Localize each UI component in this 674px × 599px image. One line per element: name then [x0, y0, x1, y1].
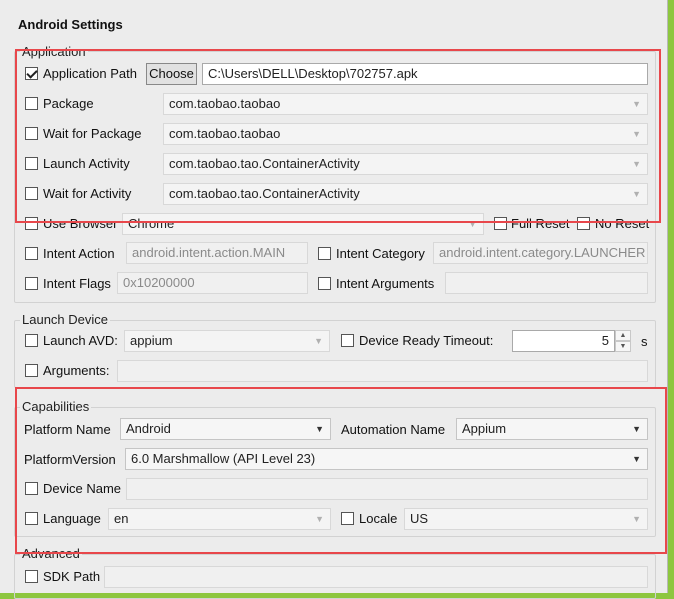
use-browser-select[interactable]: Chrome ▼ [122, 213, 484, 235]
launch-avd-label: Launch AVD: [43, 333, 118, 348]
launch-activity-checkbox[interactable] [25, 157, 38, 170]
intent-action-label: Intent Action [43, 246, 115, 261]
automation-name-select[interactable]: Appium ▼ [456, 418, 648, 440]
chevron-down-icon: ▼ [632, 424, 641, 434]
capabilities-legend: Capabilities [20, 399, 92, 414]
intent-flags-label: Intent Flags [43, 276, 111, 291]
launch-activity-label: Launch Activity [43, 156, 130, 171]
window-title: Android Settings [18, 17, 123, 32]
device-name-input[interactable] [126, 478, 648, 500]
locale-label: Locale [359, 511, 398, 526]
automation-name-label: Automation Name [341, 422, 446, 437]
wait-activity-select[interactable]: com.taobao.tao.ContainerActivity ▼ [163, 183, 648, 205]
intent-flags-input[interactable]: 0x10200000 [117, 272, 308, 294]
intent-category-label: Intent Category [336, 246, 425, 261]
chevron-down-icon: ▼ [314, 336, 323, 346]
no-reset-checkbox[interactable] [577, 217, 590, 230]
device-ready-timeout-checkbox[interactable] [341, 334, 354, 347]
stepper-down-icon[interactable]: ▼ [615, 341, 631, 352]
chevron-down-icon: ▼ [632, 514, 641, 524]
chevron-down-icon: ▼ [315, 514, 324, 524]
wait-activity-checkbox[interactable] [25, 187, 38, 200]
platform-version-select[interactable]: 6.0 Marshmallow (API Level 23) ▼ [125, 448, 648, 470]
arguments-checkbox[interactable] [25, 364, 38, 377]
locale-checkbox[interactable] [341, 512, 354, 525]
chevron-down-icon: ▼ [632, 189, 641, 199]
chevron-down-icon: ▼ [632, 99, 641, 109]
launch-device-legend: Launch Device [20, 312, 110, 327]
arguments-input[interactable] [117, 360, 648, 382]
package-checkbox[interactable] [25, 97, 38, 110]
language-select[interactable]: en ▼ [108, 508, 331, 530]
launch-avd-checkbox[interactable] [25, 334, 38, 347]
wait-activity-value: com.taobao.tao.ContainerActivity [169, 186, 360, 201]
intent-arguments-label: Intent Arguments [336, 276, 435, 291]
chevron-down-icon: ▼ [632, 454, 641, 464]
platform-name-label: Platform Name [24, 422, 111, 437]
launch-activity-select[interactable]: com.taobao.tao.ContainerActivity ▼ [163, 153, 648, 175]
platform-version-label: PlatformVersion [24, 452, 116, 467]
intent-action-input[interactable]: android.intent.action.MAIN [126, 242, 308, 264]
application-legend: Application [20, 44, 88, 59]
chevron-down-icon: ▼ [632, 159, 641, 169]
intent-arguments-checkbox[interactable] [318, 277, 331, 290]
intent-category-checkbox[interactable] [318, 247, 331, 260]
chevron-down-icon: ▼ [468, 219, 477, 229]
use-browser-checkbox[interactable] [25, 217, 38, 230]
platform-version-value: 6.0 Marshmallow (API Level 23) [131, 451, 316, 466]
android-settings-window: Android Settings Application Application… [0, 0, 668, 599]
wait-activity-label: Wait for Activity [43, 186, 132, 201]
choose-button[interactable]: Choose [146, 63, 197, 85]
platform-name-value: Android [126, 421, 171, 436]
chevron-down-icon: ▼ [632, 129, 641, 139]
intent-flags-checkbox[interactable] [25, 277, 38, 290]
stepper-up-icon[interactable]: ▲ [615, 330, 631, 341]
locale-select[interactable]: US ▼ [404, 508, 648, 530]
application-group [14, 51, 656, 303]
sdk-path-checkbox[interactable] [25, 570, 38, 583]
launch-activity-value: com.taobao.tao.ContainerActivity [169, 156, 360, 171]
wait-package-value: com.taobao.taobao [169, 126, 281, 141]
device-ready-timeout-value: 5 [601, 333, 609, 348]
application-path-label: Application Path [43, 66, 137, 81]
locale-value: US [410, 511, 429, 526]
wait-package-checkbox[interactable] [25, 127, 38, 140]
launch-avd-select[interactable]: appium ▼ [124, 330, 330, 352]
language-label: Language [43, 511, 101, 526]
application-path-input[interactable]: C:\Users\DELL\Desktop\702757.apk [202, 63, 648, 85]
device-ready-timeout-label: Device Ready Timeout: [359, 333, 494, 348]
use-browser-value: Chrome [128, 216, 175, 231]
device-name-checkbox[interactable] [25, 482, 38, 495]
application-path-checkbox[interactable] [25, 67, 38, 80]
platform-name-select[interactable]: Android ▼ [120, 418, 331, 440]
sdk-path-label: SDK Path [43, 569, 101, 584]
intent-category-input[interactable]: android.intent.category.LAUNCHER [433, 242, 648, 264]
device-ready-timeout-unit: s [641, 334, 648, 349]
package-label: Package [43, 96, 94, 111]
device-ready-timeout-input[interactable]: 5 [512, 330, 615, 352]
no-reset-label: No Reset [595, 216, 650, 231]
intent-arguments-input[interactable] [445, 272, 648, 294]
intent-action-checkbox[interactable] [25, 247, 38, 260]
package-value: com.taobao.taobao [169, 96, 281, 111]
chevron-down-icon: ▼ [315, 424, 324, 434]
language-checkbox[interactable] [25, 512, 38, 525]
wait-package-select[interactable]: com.taobao.taobao ▼ [163, 123, 648, 145]
use-browser-label: Use Browser [43, 216, 118, 231]
package-select[interactable]: com.taobao.taobao ▼ [163, 93, 648, 115]
automation-name-value: Appium [462, 421, 507, 436]
full-reset-checkbox[interactable] [494, 217, 507, 230]
advanced-legend: Advanced [20, 546, 82, 561]
sdk-path-input[interactable] [104, 566, 648, 588]
arguments-label: Arguments: [43, 363, 110, 378]
language-value: en [114, 511, 129, 526]
wait-package-label: Wait for Package [43, 126, 142, 141]
full-reset-label: Full Reset [511, 216, 570, 231]
device-name-label: Device Name [43, 481, 122, 496]
launch-avd-value: appium [130, 333, 173, 348]
